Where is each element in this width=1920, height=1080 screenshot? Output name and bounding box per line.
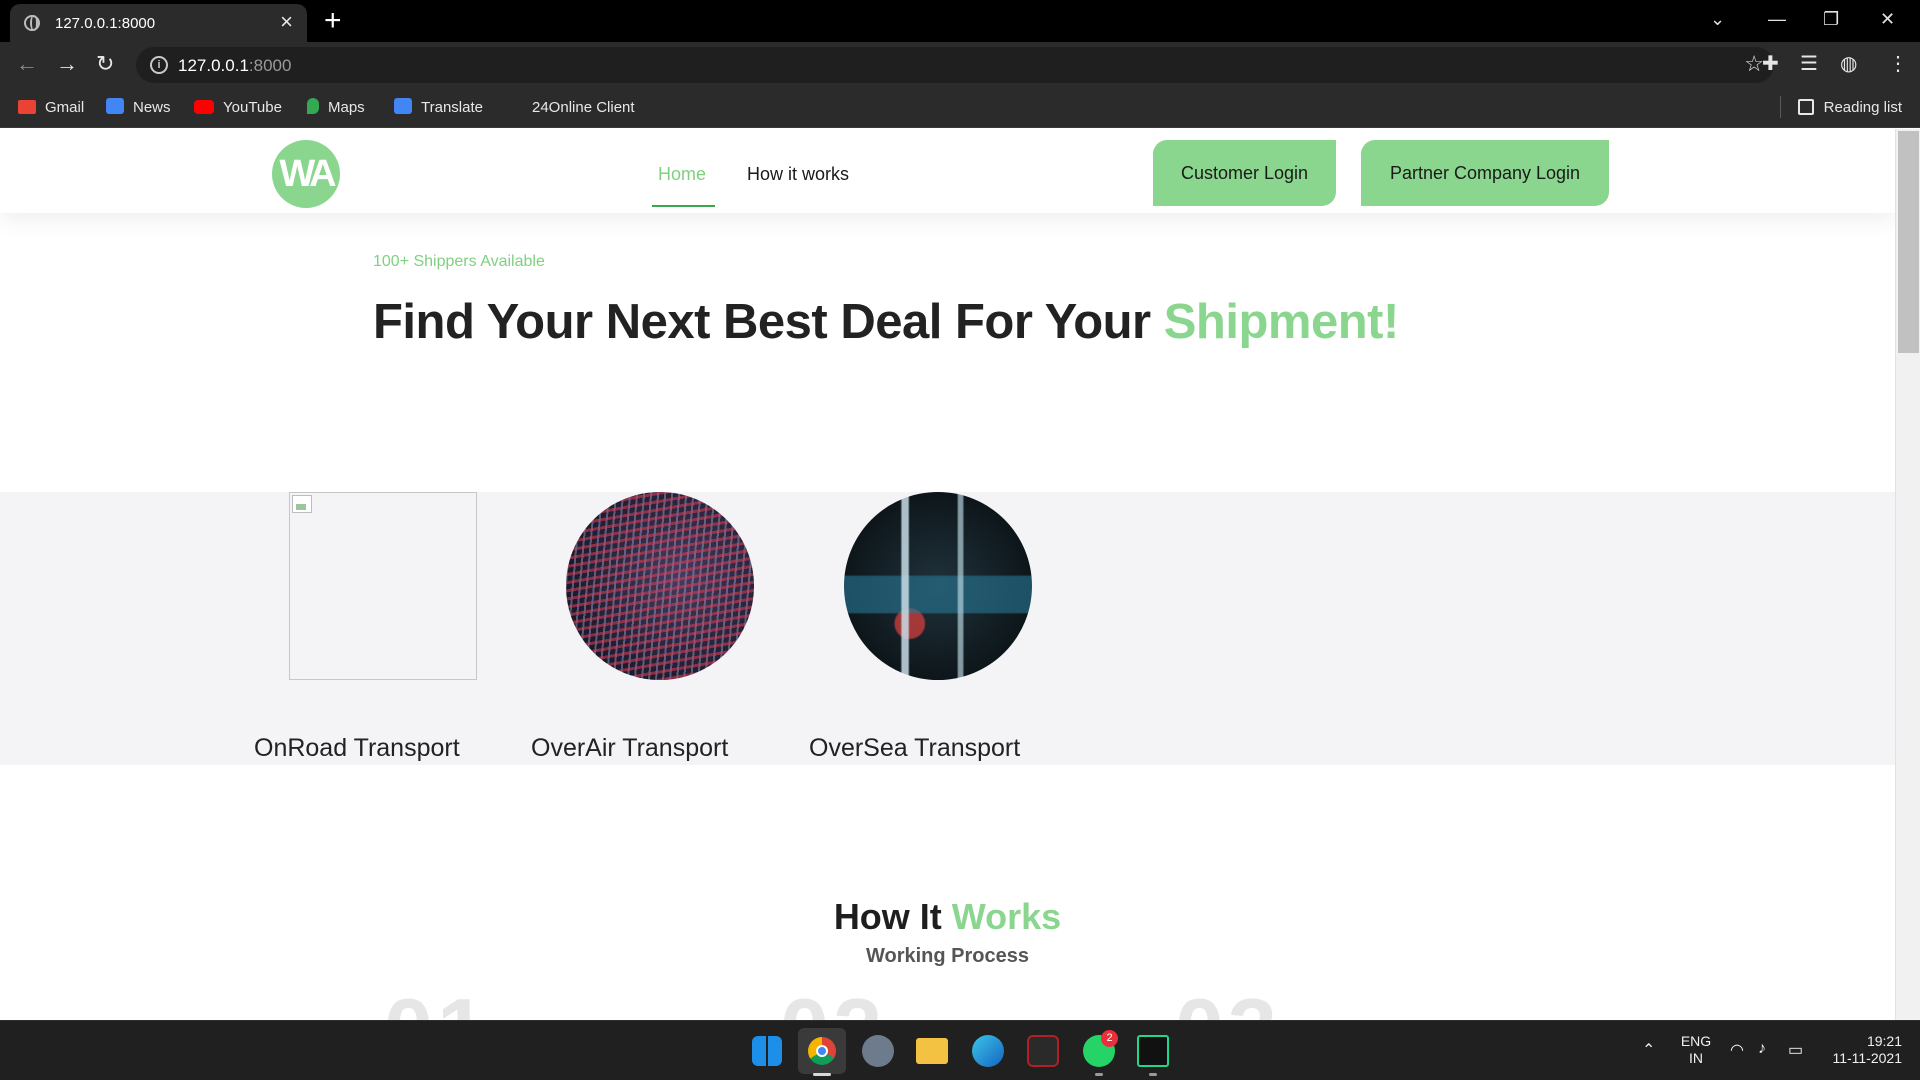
profile-avatar-icon[interactable]: ◍ xyxy=(1840,50,1857,78)
page-viewport: WA Home How it works Customer Login Part… xyxy=(0,129,1920,1020)
services-section: OnRoad Transport OverAir Transport OverS… xyxy=(0,492,1895,765)
overair-image xyxy=(566,492,754,680)
site-info-icon[interactable]: i xyxy=(150,56,168,74)
broken-image-icon xyxy=(292,495,312,513)
globe-icon xyxy=(24,15,40,31)
hero-title-accent: Shipment! xyxy=(1163,295,1400,349)
reading-list-icon xyxy=(1797,99,1814,115)
hero-title: Find Your Next Best Deal For Your Shipme… xyxy=(373,294,1399,350)
service-label-onroad[interactable]: OnRoad Transport xyxy=(254,734,460,763)
battery-icon[interactable]: ▭ xyxy=(1788,1040,1803,1060)
hero-title-main: Find Your Next Best Deal For Your xyxy=(373,295,1164,349)
browser-toolbar: ← → ↻ i 127.0.0.1:8000 ☆ ✚ ☰ ◍ ⋮ xyxy=(0,42,1920,88)
start-icon[interactable] xyxy=(752,1036,782,1066)
step-number-1: 01 xyxy=(384,985,490,1021)
reload-icon[interactable]: ↻ xyxy=(96,50,114,78)
extensions-icon[interactable]: ✚ xyxy=(1762,50,1779,78)
how-it-works-title: How It Works xyxy=(833,896,1062,937)
file-explorer-icon[interactable] xyxy=(916,1038,948,1064)
hero-subtitle: 100+ Shippers Available xyxy=(373,253,545,270)
chrome-icon xyxy=(808,1037,836,1065)
news-icon xyxy=(106,98,124,114)
gmail-icon xyxy=(18,100,36,114)
tab-search-icon[interactable]: ⌄ xyxy=(1710,6,1725,32)
bookmark-youtube[interactable]: YouTube xyxy=(194,98,282,118)
volume-icon[interactable]: ♪ xyxy=(1758,1040,1766,1058)
edge-icon[interactable] xyxy=(972,1035,1004,1067)
bookmarks-bar: Gmail News YouTube Maps Translate 24Onli… xyxy=(0,88,1920,128)
nav-how-it-works-link[interactable]: How it works xyxy=(747,163,849,185)
tab-title: 127.0.0.1:8000 xyxy=(55,15,156,32)
service-label-overair[interactable]: OverAir Transport xyxy=(531,734,728,763)
youtube-icon xyxy=(194,100,214,114)
nav-active-indicator xyxy=(652,205,715,207)
translate-icon xyxy=(394,98,412,114)
whatsapp-running-indicator xyxy=(1095,1073,1103,1076)
maps-pin-icon xyxy=(307,98,319,114)
chrome-active-indicator xyxy=(813,1073,831,1076)
window-close-icon[interactable]: ✕ xyxy=(1880,6,1895,32)
how-it-works-subtitle: Working Process xyxy=(865,945,1030,967)
address-bar[interactable]: i 127.0.0.1:8000 ☆ xyxy=(136,47,1774,83)
step-number-2: 02 xyxy=(780,985,886,1021)
oversea-image xyxy=(844,492,1032,680)
scrollbar-thumb[interactable] xyxy=(1898,131,1919,353)
url-host: 127.0.0.1 xyxy=(178,56,249,75)
bookmarks-separator xyxy=(1780,96,1781,118)
reading-list-button[interactable]: Reading list xyxy=(1797,98,1902,118)
language-indicator[interactable]: ENG IN xyxy=(1676,1033,1716,1067)
site-logo[interactable]: WA xyxy=(272,140,340,208)
settings-icon[interactable] xyxy=(862,1035,894,1067)
customer-login-button[interactable]: Customer Login xyxy=(1153,140,1336,206)
clock[interactable]: 19:21 11-11-2021 xyxy=(1822,1033,1902,1067)
nav-home-link[interactable]: Home xyxy=(658,163,706,185)
restore-icon[interactable]: ❐ xyxy=(1823,6,1839,32)
browser-tabstrip: 127.0.0.1:8000 × + ⌄ — ❐ ✕ xyxy=(0,0,1920,42)
bookmark-news[interactable]: News xyxy=(106,98,171,118)
partner-login-button[interactable]: Partner Company Login xyxy=(1361,140,1609,206)
service-label-oversea[interactable]: OverSea Transport xyxy=(809,734,1020,763)
whatsapp-badge: 2 xyxy=(1101,1030,1118,1047)
browser-tab[interactable]: 127.0.0.1:8000 × xyxy=(10,4,307,42)
bookmark-translate[interactable]: Translate xyxy=(394,98,483,118)
forward-icon[interactable]: → xyxy=(56,50,78,78)
bookmark-gmail[interactable]: Gmail xyxy=(18,98,84,118)
step-number-3: 03 xyxy=(1175,985,1281,1021)
wifi-icon[interactable]: ◠ xyxy=(1730,1040,1744,1060)
tab-close-icon[interactable]: × xyxy=(280,10,293,34)
onroad-image-broken xyxy=(289,492,477,680)
back-icon[interactable]: ← xyxy=(16,50,38,78)
media-control-icon[interactable]: ☰ xyxy=(1800,50,1818,78)
show-hidden-icons-icon[interactable]: ⌃ xyxy=(1642,1040,1655,1060)
minimize-icon[interactable]: — xyxy=(1768,6,1786,32)
new-tab-icon[interactable]: + xyxy=(324,4,342,38)
pycharm-running-indicator xyxy=(1149,1073,1157,1076)
chrome-taskbar-button[interactable] xyxy=(798,1028,846,1074)
predator-icon[interactable] xyxy=(1027,1035,1059,1067)
bookmark-maps[interactable]: Maps xyxy=(307,98,365,118)
site-header: WA Home How it works Customer Login Part… xyxy=(0,129,1895,213)
pycharm-icon[interactable] xyxy=(1137,1035,1169,1067)
menu-kebab-icon[interactable]: ⋮ xyxy=(1888,50,1908,78)
bookmark-24online[interactable]: 24Online Client xyxy=(532,98,635,118)
url-port: :8000 xyxy=(248,56,292,75)
page-scrollbar[interactable] xyxy=(1895,129,1920,1020)
windows-taskbar: 2 ⌃ ENG IN ◠ ♪ ▭ 19:21 11-11-2021 xyxy=(0,1020,1920,1080)
